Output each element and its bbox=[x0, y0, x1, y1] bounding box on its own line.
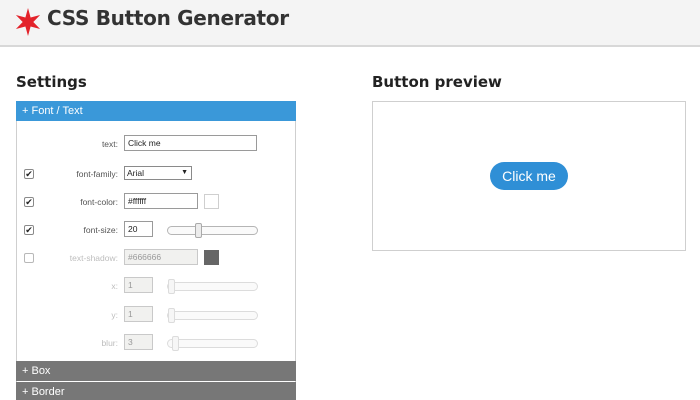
preview-area: Click me bbox=[372, 101, 686, 251]
font-size-slider[interactable] bbox=[167, 223, 258, 238]
settings-title: Settings bbox=[16, 73, 87, 91]
font-size-row: ✔ font-size: 20 bbox=[17, 221, 295, 241]
shadow-x-row: x: 1 bbox=[17, 277, 295, 297]
shadow-y-row: y: 1 bbox=[17, 306, 295, 326]
shadow-blur-row: blur: 3 bbox=[17, 334, 295, 354]
shadow-x-input[interactable]: 1 bbox=[124, 277, 153, 293]
text-shadow-row: text-shadow: #666666 bbox=[17, 249, 295, 269]
text-shadow-checkbox[interactable] bbox=[24, 253, 34, 263]
font-family-value: Arial bbox=[127, 168, 145, 178]
shadow-y-label: y: bbox=[111, 310, 118, 320]
font-color-label: font-color: bbox=[80, 197, 118, 207]
shadow-blur-label: blur: bbox=[101, 338, 118, 348]
font-size-input[interactable]: 20 bbox=[124, 221, 153, 237]
section-font-text-header[interactable]: + Font / Text bbox=[16, 101, 296, 121]
section-box-header[interactable]: + Box bbox=[16, 361, 296, 381]
text-shadow-input[interactable]: #666666 bbox=[124, 249, 198, 265]
font-color-row: ✔ font-color: #ffffff bbox=[17, 193, 295, 213]
font-color-input[interactable]: #ffffff bbox=[124, 193, 198, 209]
font-family-label: font-family: bbox=[76, 169, 118, 179]
shadow-blur-slider-handle[interactable] bbox=[172, 336, 179, 351]
dropdown-arrow-icon: ▼ bbox=[181, 169, 188, 176]
shadow-y-input[interactable]: 1 bbox=[124, 306, 153, 322]
shadow-x-slider-handle[interactable] bbox=[168, 279, 175, 294]
red-star-icon bbox=[15, 8, 41, 36]
section-border-header[interactable]: + Border bbox=[16, 382, 296, 400]
font-family-select[interactable]: Arial ▼ bbox=[124, 166, 192, 180]
settings-panel: + Font / Text text: Click me ✔ font-fami… bbox=[16, 101, 296, 400]
font-size-checkbox[interactable]: ✔ bbox=[24, 225, 34, 235]
shadow-y-slider-handle[interactable] bbox=[168, 308, 175, 323]
text-shadow-swatch[interactable] bbox=[204, 250, 219, 265]
shadow-x-slider[interactable] bbox=[167, 279, 258, 294]
shadow-blur-input[interactable]: 3 bbox=[124, 334, 153, 350]
preview-button[interactable]: Click me bbox=[490, 162, 568, 190]
font-size-label: font-size: bbox=[83, 225, 119, 235]
font-color-swatch[interactable] bbox=[204, 194, 219, 209]
font-family-checkbox[interactable]: ✔ bbox=[24, 169, 34, 179]
font-color-checkbox[interactable]: ✔ bbox=[24, 197, 34, 207]
text-row: text: Click me bbox=[17, 135, 295, 155]
font-family-row: ✔ font-family: Arial ▼ bbox=[17, 165, 295, 185]
font-size-slider-handle[interactable] bbox=[195, 223, 202, 238]
app-header: CSS Button Generator bbox=[0, 0, 700, 47]
app-title: CSS Button Generator bbox=[47, 6, 289, 30]
shadow-x-label: x: bbox=[111, 281, 118, 291]
text-input[interactable]: Click me bbox=[124, 135, 257, 151]
shadow-blur-slider[interactable] bbox=[167, 336, 258, 351]
shadow-y-slider[interactable] bbox=[167, 308, 258, 323]
text-shadow-label: text-shadow: bbox=[69, 253, 118, 263]
text-label: text: bbox=[101, 139, 118, 149]
preview-title: Button preview bbox=[372, 73, 502, 91]
